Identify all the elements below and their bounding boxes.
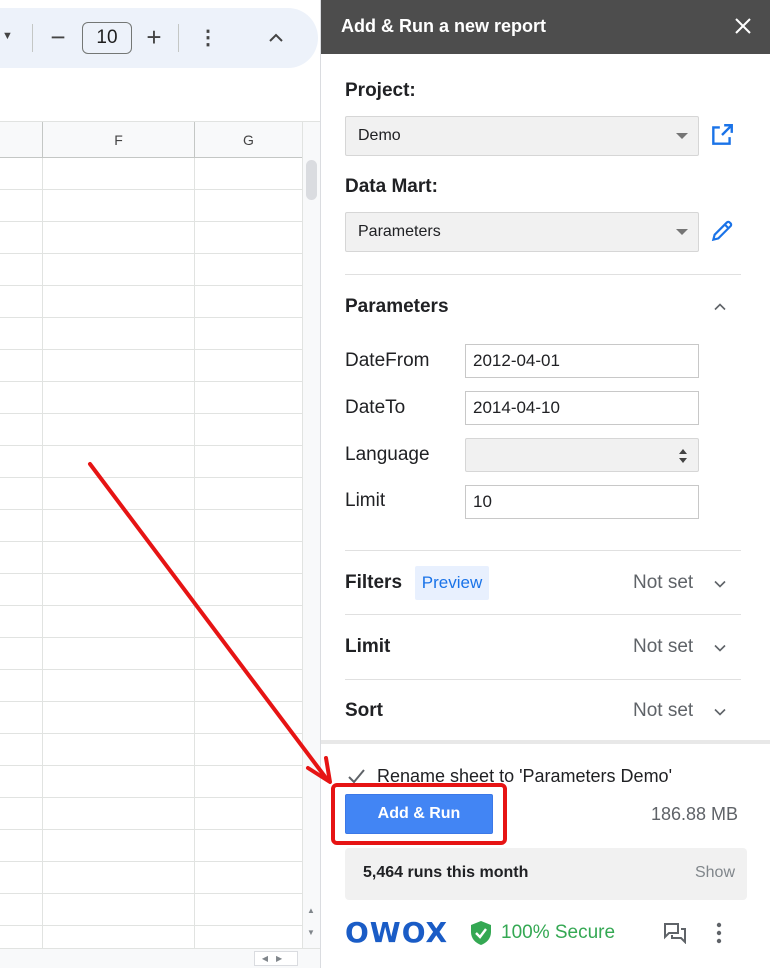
table-row[interactable]	[0, 574, 302, 606]
open-external-icon[interactable]	[709, 122, 735, 148]
cell-grid[interactable]	[0, 158, 302, 948]
runs-usage-box: 5,464 runs this month Show	[345, 848, 747, 900]
dropdown-caret-icon	[676, 133, 688, 139]
scrollbar-thumb[interactable]	[306, 160, 317, 200]
more-options-icon[interactable]: ⋮	[198, 22, 218, 54]
sidebar-header: Add & Run a new report	[321, 0, 770, 54]
spreadsheet-area: ▼ − 10 + ⋮ F G ▲ ▼ ◀▶	[0, 0, 320, 968]
runs-count-text: 5,464 runs this month	[363, 864, 529, 881]
table-row[interactable]	[0, 670, 302, 702]
project-label: Project:	[345, 80, 416, 101]
param-input-limit[interactable]: 10	[465, 485, 699, 519]
runs-show-link[interactable]: Show	[695, 864, 735, 882]
secure-shield-icon	[471, 921, 491, 945]
project-select-value: Demo	[358, 127, 401, 144]
table-row[interactable]	[0, 286, 302, 318]
data-size-label: 186.88 MB	[651, 804, 739, 824]
font-size-input[interactable]: 10	[82, 22, 132, 54]
project-select[interactable]: Demo	[345, 116, 699, 156]
filters-section-title[interactable]: Filters	[345, 572, 402, 594]
table-row[interactable]	[0, 542, 302, 574]
horizontal-scrollbar[interactable]: ◀▶	[0, 948, 320, 968]
table-row[interactable]	[0, 734, 302, 766]
section-divider	[345, 550, 741, 551]
footer-separator	[321, 740, 770, 744]
owox-logo: OWOX	[345, 916, 449, 949]
annotation-highlight-box	[331, 783, 507, 845]
param-label-limit: Limit	[345, 490, 386, 511]
chevron-down-icon[interactable]	[713, 641, 727, 655]
table-row[interactable]	[0, 862, 302, 894]
horizontal-scroll-arrows-icon[interactable]: ◀▶	[254, 951, 298, 966]
param-input-dateto[interactable]: 2014-04-10	[465, 391, 699, 425]
table-row[interactable]	[0, 254, 302, 286]
scroll-up-arrow-icon[interactable]: ▲	[307, 906, 315, 915]
chevron-down-icon[interactable]	[713, 705, 727, 719]
table-row[interactable]	[0, 158, 302, 190]
increase-font-size-button[interactable]: +	[142, 22, 166, 54]
table-row[interactable]	[0, 766, 302, 798]
column-header-g[interactable]: G	[194, 122, 302, 158]
up-down-arrows-icon	[679, 449, 687, 463]
table-row[interactable]	[0, 926, 302, 948]
filters-status[interactable]: Not set	[633, 572, 693, 594]
section-divider	[345, 274, 741, 275]
data-mart-select-value: Parameters	[358, 223, 441, 240]
scroll-down-arrow-icon[interactable]: ▼	[307, 928, 315, 937]
sort-section-title[interactable]: Sort	[345, 700, 383, 722]
section-divider	[345, 614, 741, 615]
sheets-toolbar: ▼ − 10 + ⋮	[0, 0, 320, 80]
table-row[interactable]	[0, 638, 302, 670]
toolbar-separator	[178, 24, 179, 52]
table-row[interactable]	[0, 606, 302, 638]
data-mart-label: Data Mart:	[345, 176, 438, 197]
limit-status[interactable]: Not set	[633, 636, 693, 658]
formula-bar[interactable]	[0, 80, 320, 122]
section-divider	[345, 679, 741, 680]
param-input-datefrom[interactable]: 2012-04-01	[465, 344, 699, 378]
table-row[interactable]	[0, 510, 302, 542]
param-label-dateto: DateTo	[345, 397, 406, 418]
close-icon[interactable]	[731, 14, 755, 38]
table-row[interactable]	[0, 830, 302, 862]
limit-section-title[interactable]: Limit	[345, 636, 390, 658]
dropdown-caret-icon	[676, 229, 688, 235]
table-row[interactable]	[0, 318, 302, 350]
table-row[interactable]	[0, 382, 302, 414]
edit-pencil-icon[interactable]	[709, 218, 735, 244]
table-row[interactable]	[0, 222, 302, 254]
table-row[interactable]	[0, 702, 302, 734]
column-header-f[interactable]: F	[42, 122, 194, 158]
table-row[interactable]	[0, 446, 302, 478]
table-row[interactable]	[0, 478, 302, 510]
param-label-datefrom: DateFrom	[345, 350, 430, 371]
table-row[interactable]	[0, 894, 302, 926]
sidebar-title: Add & Run a new report	[341, 16, 547, 36]
chevron-down-icon[interactable]	[713, 577, 727, 591]
param-select-language[interactable]	[465, 438, 699, 472]
secure-label: 100% Secure	[501, 922, 616, 943]
decrease-font-size-button[interactable]: −	[46, 22, 70, 54]
filters-preview-button[interactable]: Preview	[415, 566, 489, 600]
collapse-toolbar-icon[interactable]	[264, 26, 288, 50]
table-row[interactable]	[0, 798, 302, 830]
feedback-chat-icon[interactable]	[663, 922, 687, 944]
toolbar-separator	[32, 24, 33, 52]
table-row[interactable]	[0, 350, 302, 382]
table-row[interactable]	[0, 190, 302, 222]
data-mart-select[interactable]: Parameters	[345, 212, 699, 252]
font-dropdown-arrow-icon[interactable]: ▼	[2, 30, 13, 42]
parameters-section-title[interactable]: Parameters	[345, 296, 449, 318]
vertical-scrollbar[interactable]: ▲ ▼	[302, 122, 320, 948]
chevron-up-icon[interactable]	[713, 300, 727, 314]
param-label-language: Language	[345, 444, 430, 465]
sort-status[interactable]: Not set	[633, 700, 693, 722]
more-options-icon[interactable]	[713, 920, 725, 946]
table-row[interactable]	[0, 414, 302, 446]
column-header-row: F G	[0, 122, 302, 158]
